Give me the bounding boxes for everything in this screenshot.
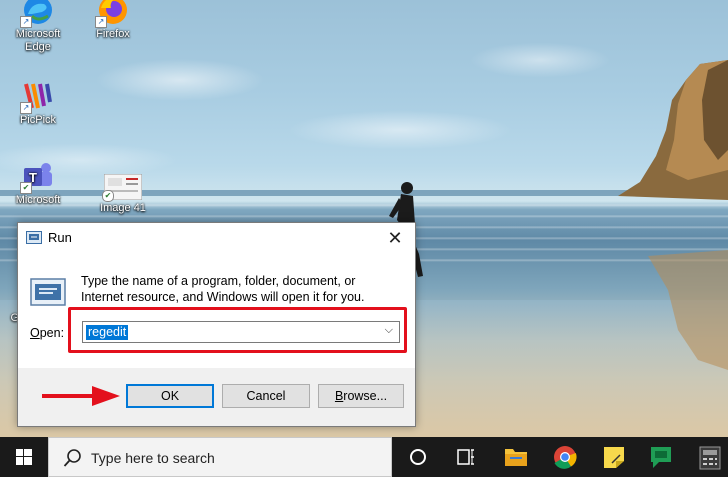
hangouts-button[interactable] [637,437,685,477]
cortana-button[interactable] [394,437,442,477]
file-explorer-button[interactable] [492,437,540,477]
calculator-icon [699,446,721,470]
desktop-icon-label: PicPick [19,114,57,126]
picpick-icon: ↗ [20,80,54,114]
firefox-icon: ↗ [95,0,129,28]
desktop-icon-label: Microsoft Edge [15,28,61,53]
desktop-icon-image41[interactable]: ✔ Image 41 [86,173,160,215]
sticky-notes-icon [604,447,624,468]
chevron-down-icon[interactable]: ⌵ [385,324,393,337]
windows-logo-icon [16,449,32,465]
run-description: Type the name of a program, folder, docu… [81,274,365,304]
annotation-arrow-icon [42,386,120,406]
taskbar: Type here to search [0,437,728,477]
run-dialog-title: Run [48,230,72,245]
desktop-icon-label: Image 41 [100,202,146,214]
edge-icon: ↗ [20,0,54,28]
run-program-icon [30,278,66,306]
taskbar-search-box[interactable]: Type here to search [48,437,392,477]
wallpaper-rock-reflection [648,250,728,370]
chrome-icon [554,446,577,469]
desktop-icon-label: Microsoft [15,194,61,206]
sticky-notes-button[interactable] [590,437,638,477]
desktop-icon-edge[interactable]: ↗ Microsoft Edge [1,0,75,54]
desktop-icon-label: Firefox [96,28,130,40]
task-view-button[interactable] [442,437,490,477]
wallpaper-rock [618,60,728,200]
start-button[interactable] [0,437,48,477]
file-explorer-icon [505,449,527,466]
search-placeholder: Type here to search [91,450,215,466]
browse-button[interactable]: Browse... [318,384,404,408]
cancel-button[interactable]: Cancel [222,384,310,408]
run-dialog-titlebar[interactable]: Run ✕ [18,223,415,253]
chrome-button[interactable] [541,437,589,477]
hangouts-icon [651,447,671,468]
search-icon [63,449,81,467]
calculator-button[interactable] [686,437,728,477]
cortana-icon [410,449,426,465]
open-label: Open: [30,326,65,340]
image-file-icon: ✔ [102,173,143,202]
open-input-value[interactable]: regedit [86,325,129,340]
run-icon [26,231,42,244]
ok-button[interactable]: OK [126,384,214,408]
teams-icon: T ✔ [20,160,54,194]
open-combobox[interactable]: regedit ⌵ [82,321,400,343]
close-button[interactable]: ✕ [375,223,415,253]
desktop-icon-teams[interactable]: T ✔ Microsoft [1,160,75,207]
desktop-icon-firefox[interactable]: ↗ Firefox [76,0,150,41]
task-view-icon [457,449,474,465]
desktop-icon-picpick[interactable]: ↗ PicPick [1,80,75,127]
close-icon: ✕ [387,228,403,248]
